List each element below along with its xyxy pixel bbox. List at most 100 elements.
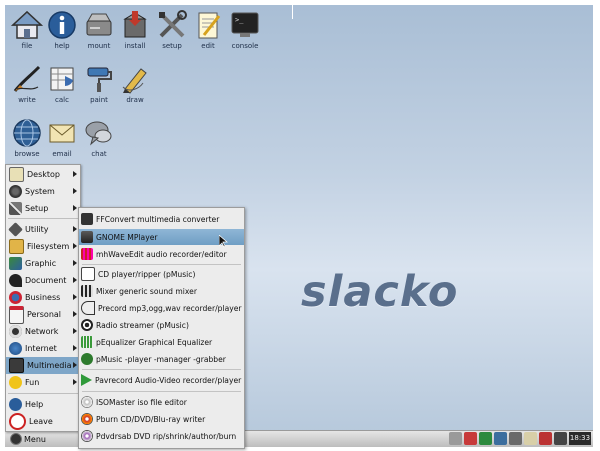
business-icon xyxy=(9,291,22,304)
drive-status-icon[interactable] xyxy=(479,432,492,445)
main-menu-item-label: Graphic xyxy=(25,259,57,268)
submenu-arrow-icon xyxy=(73,294,77,300)
submenu-item-label: Pavrecord Audio-Video recorder/player xyxy=(95,375,242,385)
submenu-item-label: Pdvdrsab DVD rip/shrink/author/burn xyxy=(96,431,237,441)
submenu-item-precord[interactable]: Precord mp3,ogg,wav recorder/player xyxy=(79,300,244,316)
submenu-item-pmusic[interactable]: pMusic -player -manager -grabber xyxy=(79,351,244,367)
menu-button[interactable]: Menu xyxy=(7,432,49,446)
mixer-icon xyxy=(81,285,93,297)
submenu-item-label: Mixer generic sound mixer xyxy=(96,286,197,296)
clipboard-icon[interactable] xyxy=(524,432,537,445)
submenu-item-label: pMusic -player -manager -grabber xyxy=(96,354,226,364)
submenu-arrow-icon xyxy=(73,311,77,317)
tools-icon xyxy=(9,202,22,215)
main-menu-item-label: Document xyxy=(25,276,67,285)
submenu-arrow-icon xyxy=(73,188,77,194)
main-menu-item-help[interactable]: Help xyxy=(6,396,80,413)
submenu-arrow-icon xyxy=(73,171,77,177)
main-menu-item-personal[interactable]: Personal xyxy=(6,305,80,324)
submenu-item-label: mhWaveEdit audio recorder/editor xyxy=(96,249,227,259)
desktop-icon-chat[interactable]: chat xyxy=(77,117,121,158)
envelope-icon xyxy=(46,117,78,149)
system-tray xyxy=(449,432,567,445)
main-menu: Desktop System Setup Utility Filesystem … xyxy=(5,164,81,432)
power-icon[interactable] xyxy=(509,432,522,445)
svg-text:>_: >_ xyxy=(235,16,244,24)
submenu-arrow-icon xyxy=(73,260,77,266)
dvd-icon xyxy=(81,430,93,442)
submenu-item-label: pEqualizer Graphical Equalizer xyxy=(96,337,213,347)
main-menu-item-network[interactable]: Network xyxy=(6,323,80,340)
menu-separator xyxy=(82,264,241,265)
spreadsheet-icon xyxy=(46,63,78,95)
submenu-item-radio-streamer[interactable]: Radio streamer (pMusic) xyxy=(79,317,244,333)
play-icon xyxy=(81,374,92,386)
main-menu-item-label: Internet xyxy=(25,344,57,353)
submenu-item-ffconvert[interactable]: FFConvert multimedia converter xyxy=(79,211,244,227)
text-cursor xyxy=(292,5,293,19)
submenu-item-label: FFConvert multimedia converter xyxy=(96,214,220,224)
power-icon xyxy=(9,413,26,430)
main-menu-item-desktop[interactable]: Desktop xyxy=(6,166,80,183)
main-menu-item-business[interactable]: Business xyxy=(6,289,80,306)
mouse-pointer-icon xyxy=(218,233,228,252)
submenu-arrow-icon xyxy=(73,277,77,283)
main-menu-item-leave[interactable]: Leave xyxy=(6,413,80,430)
main-menu-item-label: System xyxy=(25,187,55,196)
main-menu-item-document[interactable]: Document xyxy=(6,272,80,289)
submenu-item-pequalizer[interactable]: pEqualizer Graphical Equalizer xyxy=(79,334,244,350)
network-icon[interactable] xyxy=(494,432,507,445)
main-menu-item-graphic[interactable]: Graphic xyxy=(6,255,80,272)
submenu-item-label: ISOMaster iso file editor xyxy=(96,397,187,407)
main-menu-item-filesystem[interactable]: Filesystem xyxy=(6,238,80,255)
submenu-item-pavrecord[interactable]: Pavrecord Audio-Video recorder/player xyxy=(79,372,244,388)
desktop-icon-label: console xyxy=(231,42,259,50)
main-menu-item-multimedia[interactable]: Multimedia xyxy=(6,357,80,374)
submenu-arrow-icon xyxy=(73,205,77,211)
menu-button-label: Menu xyxy=(24,434,46,444)
submenu-item-isomaster[interactable]: ISOMaster iso file editor xyxy=(79,394,244,410)
waveform-icon xyxy=(81,248,93,260)
main-menu-item-label: Network xyxy=(25,327,59,336)
menu-separator xyxy=(82,369,241,370)
disc-icon xyxy=(81,396,93,408)
submenu-item-mixer[interactable]: Mixer generic sound mixer xyxy=(79,283,244,299)
gear-icon xyxy=(9,185,22,198)
monitor-icon[interactable] xyxy=(554,432,567,445)
desktop-icon-draw[interactable]: draw xyxy=(113,63,157,104)
tools-icon xyxy=(156,9,188,41)
submenu-item-cd-player[interactable]: CD player/ripper (pMusic) xyxy=(79,266,244,282)
submenu-item-pburn[interactable]: Pburn CD/DVD/Blu-ray writer xyxy=(79,411,244,427)
document-icon xyxy=(9,274,22,287)
folder-icon xyxy=(9,239,24,254)
battery-icon[interactable] xyxy=(539,432,552,445)
mplayer-icon xyxy=(81,231,93,243)
multimedia-icon xyxy=(9,358,24,373)
utility-icon xyxy=(8,222,23,237)
firewall-shield-icon[interactable] xyxy=(464,432,477,445)
paint-roller-icon xyxy=(83,63,115,95)
desktop-icon xyxy=(9,167,24,182)
taskbar-clock[interactable]: 18:33 xyxy=(569,432,591,445)
menu-separator xyxy=(8,218,78,219)
submenu-item-label: Precord mp3,ogg,wav recorder/player xyxy=(98,303,242,313)
volume-icon[interactable] xyxy=(449,432,462,445)
main-menu-item-internet[interactable]: Internet xyxy=(6,340,80,357)
main-menu-item-label: Desktop xyxy=(27,170,60,179)
submenu-item-label: Pburn CD/DVD/Blu-ray writer xyxy=(96,414,206,424)
menu-separator xyxy=(82,391,241,392)
main-menu-item-setup[interactable]: Setup xyxy=(6,200,80,217)
main-menu-item-label: Fun xyxy=(25,378,40,387)
main-menu-item-utility[interactable]: Utility xyxy=(6,221,80,238)
burn-disc-icon xyxy=(81,413,93,425)
submenu-item-pdvdrsab[interactable]: Pdvdrsab DVD rip/shrink/author/burn xyxy=(79,428,244,444)
main-menu-item-system[interactable]: System xyxy=(6,183,80,200)
puppy-logo-icon xyxy=(10,433,22,445)
desktop-icon-console[interactable]: >_ console xyxy=(223,9,267,50)
network-icon xyxy=(9,325,22,338)
calendar-icon xyxy=(9,305,24,324)
info-icon xyxy=(9,398,22,411)
main-menu-item-fun[interactable]: Fun xyxy=(6,374,80,391)
graphic-icon xyxy=(9,257,22,270)
pencil-icon xyxy=(119,63,151,95)
